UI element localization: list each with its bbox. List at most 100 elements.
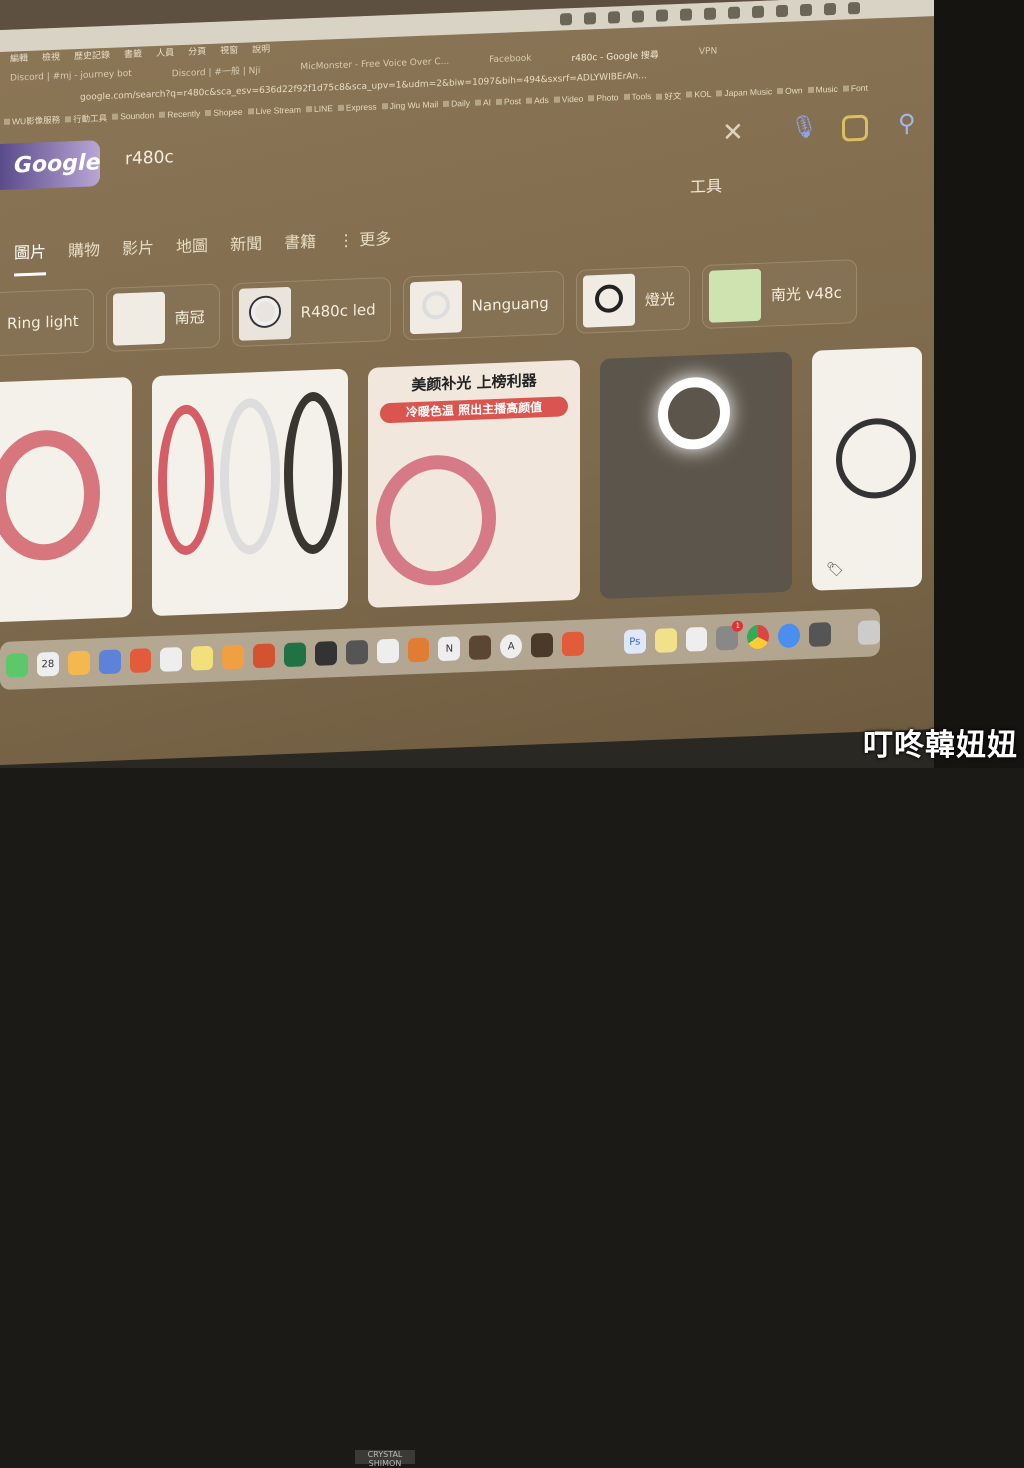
tab-discord-general[interactable]: Discord | #一般 | Nji	[172, 62, 261, 78]
tab-images[interactable]: 圖片	[14, 238, 47, 277]
capcut-icon[interactable]	[376, 638, 399, 664]
tab-google-search[interactable]: r480c - Google 搜尋	[571, 47, 658, 63]
cat-icon[interactable]	[680, 8, 692, 21]
preview-icon[interactable]	[685, 626, 708, 652]
stickies-icon[interactable]	[654, 628, 677, 653]
app-icon[interactable]	[345, 639, 368, 665]
system-settings-icon[interactable]: 1	[716, 620, 744, 651]
tab-maps[interactable]: 地圖	[176, 232, 208, 270]
tourbox-icon[interactable]	[531, 632, 554, 658]
vpn-button[interactable]: VPN	[699, 46, 717, 57]
download-icon[interactable]	[656, 9, 668, 22]
search-input[interactable]: r480c	[125, 147, 174, 169]
proxyman-icon[interactable]	[809, 622, 832, 647]
chip-nanguang-v48c[interactable]: 南光 v48c	[701, 259, 857, 330]
search-icon[interactable]: ⚲	[898, 109, 916, 138]
bookmark[interactable]: Daily	[443, 98, 470, 111]
chip-ring-light[interactable]: Ring light	[0, 288, 94, 357]
bookmark[interactable]: Live Stream	[248, 104, 301, 118]
image-result-tripod-ring[interactable]	[600, 351, 792, 599]
notion-icon[interactable]: N	[438, 636, 461, 662]
tab-more[interactable]: ⋮ 更多	[338, 225, 391, 264]
clear-icon[interactable]: ✕	[722, 117, 744, 148]
voice-search-icon[interactable]: 🎙	[790, 115, 818, 141]
arc-like-icon[interactable]: A	[500, 633, 523, 659]
tag-icon[interactable]: 🏷	[826, 562, 844, 579]
bookmark[interactable]: LINE	[306, 103, 333, 116]
eject-icon[interactable]	[752, 5, 764, 19]
search-icon[interactable]	[848, 1, 860, 15]
final-cut-icon[interactable]	[314, 641, 337, 666]
image-result-three-rings[interactable]	[152, 368, 348, 617]
tab-discord-mj[interactable]: Discord | #mj - journey bot	[10, 69, 132, 84]
tab-news[interactable]: 新聞	[230, 230, 262, 268]
mac-dock: 28 N A Ps 1	[0, 608, 880, 690]
bookmark[interactable]: Express	[338, 102, 377, 115]
bookmark[interactable]: Recently	[159, 108, 200, 122]
bookmark[interactable]: Font	[843, 83, 868, 96]
mic-icon[interactable]	[560, 13, 572, 26]
moon-icon[interactable]	[632, 10, 644, 23]
bookmark[interactable]: Music	[808, 84, 838, 97]
wifi-icon[interactable]	[824, 2, 836, 16]
tab-videos[interactable]: 影片	[122, 234, 154, 272]
location-icon[interactable]	[608, 11, 620, 24]
bookmark[interactable]: WU影像服務	[4, 114, 60, 128]
chip-nanguan[interactable]: 南冠	[105, 283, 220, 352]
chrome-icon[interactable]	[747, 624, 770, 650]
related-chips: Ring light 南冠 R480c led Nanguang 燈光 南光 v…	[0, 259, 857, 357]
photos-icon[interactable]	[67, 650, 90, 676]
bookmark[interactable]: Japan Music	[716, 86, 772, 100]
tab-facebook[interactable]: Facebook	[489, 54, 531, 66]
brave-icon[interactable]	[129, 648, 152, 674]
bookmark[interactable]: Soundon	[112, 110, 154, 124]
bookmark[interactable]: Jing Wu Mail	[382, 99, 439, 113]
grid-icon[interactable]	[584, 12, 596, 25]
battery-icon[interactable]	[800, 3, 812, 17]
chip-r480c-led[interactable]: R480c led	[231, 276, 391, 348]
calendar-icon[interactable]: 28	[36, 651, 59, 677]
bookmark[interactable]: Own	[777, 85, 802, 98]
safari-like-icon[interactable]	[98, 649, 121, 675]
excel-icon[interactable]	[284, 642, 306, 668]
powerpoint-icon[interactable]	[253, 643, 276, 669]
image-result-pink-ring[interactable]	[0, 376, 132, 623]
chip-label: Ring light	[7, 311, 79, 333]
volume-icon[interactable]	[728, 6, 740, 20]
notes-icon[interactable]	[191, 645, 214, 671]
bookmark[interactable]: Ads	[526, 95, 549, 108]
record-icon[interactable]	[704, 7, 716, 20]
trash-icon[interactable]	[858, 620, 880, 646]
chip-lighting[interactable]: 燈光	[575, 265, 690, 334]
image-result-promo[interactable]: 美颜补光 上榜利器 冷暖色温 照出主播高颜值	[368, 359, 580, 608]
tab-books[interactable]: 書籍	[284, 228, 316, 266]
image-result-black-ring[interactable]: 🏷	[812, 346, 922, 591]
bookmark[interactable]: 行動工具	[65, 112, 107, 126]
chip-nanguang[interactable]: Nanguang	[402, 270, 564, 341]
reminders-icon[interactable]	[160, 646, 183, 672]
bookmark[interactable]: KOL	[686, 89, 711, 102]
app-icon-red[interactable]	[562, 631, 584, 657]
google-doodle-logo[interactable]: Google	[0, 140, 101, 190]
curve-app-icon[interactable]	[593, 630, 615, 655]
pages-icon[interactable]	[222, 644, 245, 670]
bookmark[interactable]: AI	[475, 97, 491, 110]
cat-app-icon[interactable]	[407, 637, 430, 663]
photoshop-icon[interactable]: Ps	[623, 629, 646, 655]
bookmark[interactable]: Photo	[588, 92, 618, 105]
tab-shopping[interactable]: 購物	[68, 236, 100, 274]
bluetooth-icon[interactable]	[776, 4, 788, 18]
lens-icon[interactable]	[842, 114, 868, 142]
bookmark[interactable]: Video	[554, 94, 584, 107]
bookmark[interactable]: 好文	[656, 90, 681, 103]
bookmark[interactable]: Post	[496, 96, 521, 109]
tab-micmonster[interactable]: MicMonster - Free Voice Over C...	[300, 57, 449, 73]
tools-button[interactable]: 工具	[690, 172, 722, 197]
bookmark[interactable]: Shopee	[205, 107, 242, 120]
safari-icon[interactable]	[778, 623, 801, 649]
messages-icon[interactable]	[6, 652, 28, 678]
audio-app-icon[interactable]	[469, 635, 492, 660]
calendar-day: 28	[41, 658, 55, 670]
chip-thumbnail	[409, 280, 462, 335]
bookmark[interactable]: Tools	[624, 91, 652, 104]
